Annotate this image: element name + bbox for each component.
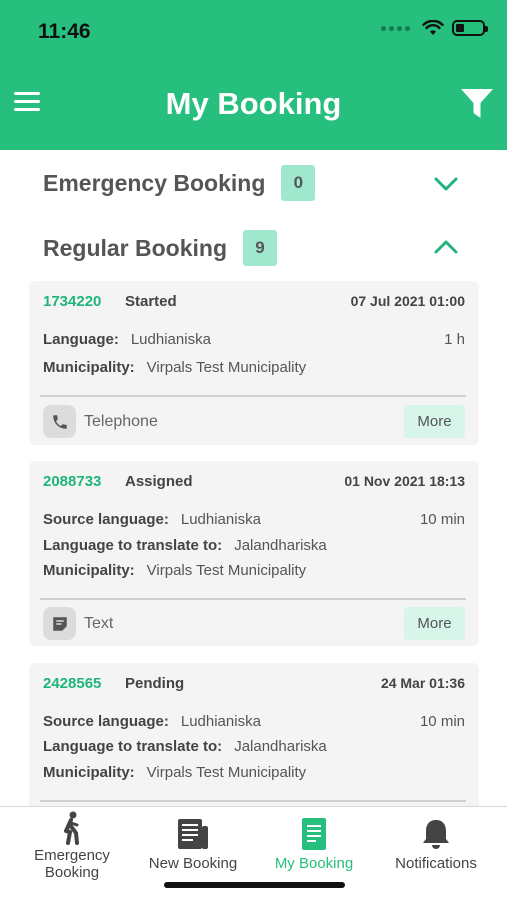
source-language-value: Ludhianiska [180,713,261,730]
target-language-row: Language to translate to: Jalandhariska [43,738,465,755]
source-language-row: Source language: Ludhianiska 10 min [43,511,465,528]
booking-date: 01 Nov 2021 18:13 [344,473,465,489]
walking-person-icon [64,811,79,845]
booking-duration: 1 h [444,331,465,348]
battery-icon [452,20,488,36]
booking-id[interactable]: 2088733 [43,473,101,490]
card-divider [40,598,466,600]
document-icon [302,818,326,850]
booking-id[interactable]: 2428565 [43,675,101,692]
municipality-value: Virpals Test Municipality [146,764,307,781]
municipality-label: Municipality: [43,359,135,376]
source-language-label: Source language: [43,511,169,528]
booking-duration: 10 min [419,713,465,730]
tab-label-line1: Emergency [34,847,110,864]
booking-type: Telephone [84,413,158,430]
bell-icon [423,820,449,849]
tab-label: Notifications [395,855,477,872]
cellular-signal-icon [381,25,410,31]
booking-status: Assigned [125,473,193,490]
home-indicator[interactable] [164,882,345,888]
tab-label: New Booking [148,855,238,872]
source-language-label: Source language: [43,713,169,730]
news-document-icon [178,819,208,849]
regular-count-badge: 9 [243,230,278,266]
target-language-value: Jalandhariska [234,537,327,554]
wifi-icon [422,20,444,35]
target-language-label: Language to translate to: [43,738,223,755]
booking-date: 07 Jul 2021 01:00 [350,293,465,309]
target-language-value: Jalandhariska [234,738,327,755]
municipality-row: Municipality: Virpals Test Municipality [43,359,465,376]
municipality-label: Municipality: [43,562,135,579]
target-language-row: Language to translate to: Jalandhariska [43,537,465,554]
card-divider [40,800,466,802]
tab-notifications[interactable]: Notifications [384,807,488,897]
chevron-down-icon[interactable] [433,174,459,194]
booking-duration: 10 min [419,511,465,528]
municipality-label: Municipality: [43,764,135,781]
tab-label-line2: Booking [44,864,100,881]
booking-card[interactable]: 1734220 Started 07 Jul 2021 01:00 Langua… [29,281,479,445]
municipality-row: Municipality: Virpals Test Municipality [43,764,465,781]
municipality-value: Virpals Test Municipality [146,562,307,579]
status-time: 11:46 [38,20,91,43]
municipality-row: Municipality: Virpals Test Municipality [43,562,465,579]
regular-booking-section[interactable]: Regular Booking 9 [43,228,473,268]
booking-date: 24 Mar 01:36 [380,675,465,691]
language-label: Language: [43,331,119,348]
emergency-booking-section[interactable]: Emergency Booking 0 [43,163,473,203]
booking-type: Text [84,615,114,632]
status-icons [381,20,488,36]
target-language-label: Language to translate to: [43,537,223,554]
language-value: Ludhianiska [130,331,211,348]
booking-card[interactable]: 2428565 Pending 24 Mar 01:36 Source lang… [29,663,479,806]
tab-label: My Booking [274,855,354,872]
chevron-up-icon[interactable] [433,237,459,257]
section-title: Emergency Booking [43,169,266,196]
municipality-value: Virpals Test Municipality [146,359,307,376]
filter-icon[interactable] [460,88,494,120]
booking-status: Pending [125,675,185,692]
more-button[interactable]: More [404,405,465,438]
phone-icon [43,405,76,438]
booking-card[interactable]: 2088733 Assigned 01 Nov 2021 18:13 Sourc… [29,461,479,646]
booking-status: Started [125,293,177,310]
note-icon [43,607,76,640]
tab-emergency-booking[interactable]: Emergency Booking [22,807,122,897]
card-divider [40,395,466,397]
more-button[interactable]: More [404,607,465,640]
language-row: Language: Ludhianiska 1 h [43,331,465,348]
source-language-value: Ludhianiska [180,511,261,528]
section-title: Regular Booking [43,234,228,261]
app-header: 11:46 My Booking [0,0,507,150]
booking-id[interactable]: 1734220 [43,293,101,310]
source-language-row: Source language: Ludhianiska 10 min [43,713,465,730]
page-title: My Booking [165,86,342,121]
emergency-count-badge: 0 [281,165,316,201]
